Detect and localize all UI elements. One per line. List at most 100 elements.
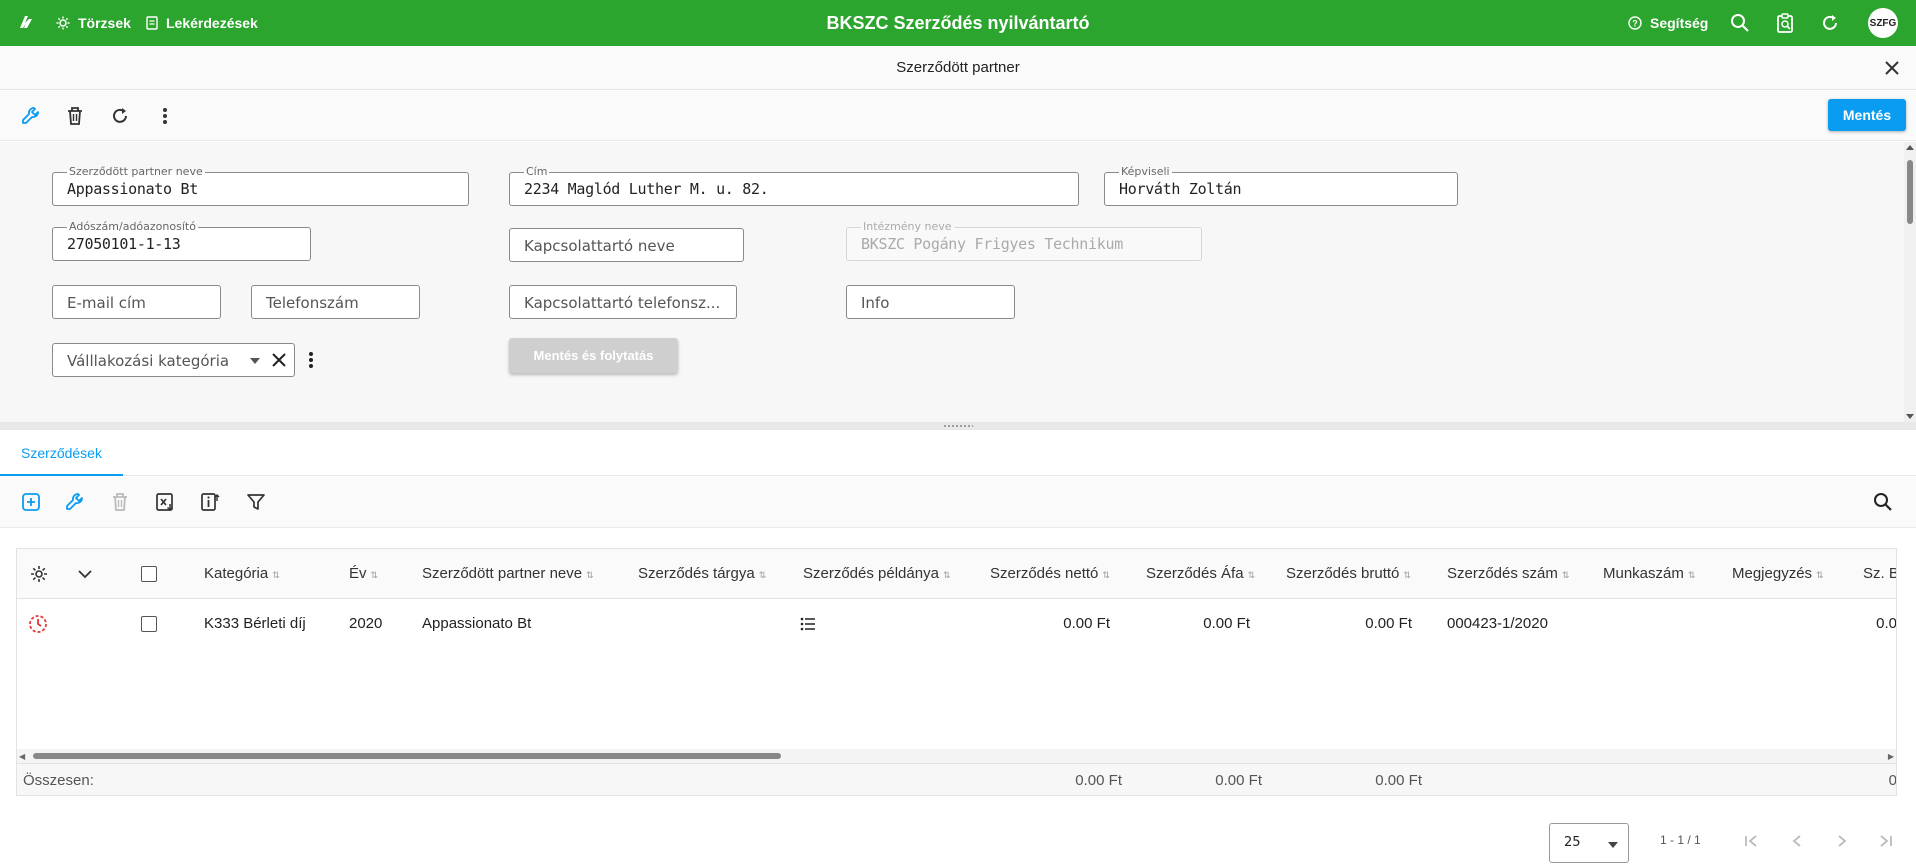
col-header-munkaszam[interactable]: Munkaszám ⇅ — [1603, 549, 1695, 599]
phone-field[interactable]: Telefonszám — [251, 285, 420, 319]
partner-name-value: Appassionato Bt — [67, 180, 198, 198]
app-logo-icon[interactable] — [16, 12, 36, 32]
add-icon[interactable] — [18, 489, 44, 515]
col-header-afa[interactable]: Szerződés Áfa ⇅ — [1146, 549, 1255, 599]
col-szam-label: Szerződés szám — [1447, 565, 1558, 582]
summary-szbr: 0 — [1888, 772, 1897, 789]
next-page-icon[interactable] — [1830, 829, 1854, 853]
contact-phone-placeholder: Kapcsolattartó telefonsz... — [524, 294, 721, 312]
nav-lekerdezesek-label: Lekérdezések — [166, 15, 258, 31]
info-placeholder: Info — [861, 294, 890, 312]
splitter-grip[interactable] — [943, 424, 973, 428]
category-more-icon[interactable] — [308, 350, 314, 370]
nav-lekerdezesek[interactable]: Lekérdezések — [146, 0, 258, 46]
help-link[interactable]: ? Segítség — [1628, 0, 1708, 46]
col-header-partner[interactable]: Szerződött partner neve ⇅ — [422, 549, 594, 599]
info-export-icon[interactable] — [197, 489, 223, 515]
form-scrollbar-thumb[interactable] — [1907, 160, 1913, 224]
grid-horizontal-scrollbar[interactable]: ◀ ▶ — [17, 749, 1896, 763]
save-and-continue-button[interactable]: Mentés és folytatás — [509, 338, 678, 373]
user-avatar[interactable]: SZFG — [1868, 8, 1898, 38]
col-header-szam[interactable]: Szerződés szám ⇅ — [1447, 549, 1569, 599]
close-icon[interactable] — [1880, 56, 1904, 80]
delete-disabled-icon — [107, 489, 133, 515]
address-label: Cím — [524, 165, 550, 178]
wrench-icon[interactable] — [18, 103, 44, 129]
grid-summary-row: Összesen: 0.00 Ft 0.00 Ft 0.00 Ft 0 — [17, 763, 1897, 795]
representative-field[interactable]: Képviseli Horváth Zoltán — [1104, 165, 1458, 206]
nav-torzsek[interactable]: Törzsek — [56, 0, 131, 46]
more-vert-icon[interactable] — [152, 103, 178, 129]
email-field[interactable]: E-mail cím — [52, 285, 221, 319]
scroll-up-arrow[interactable] — [1906, 145, 1914, 150]
search-icon[interactable] — [1728, 11, 1752, 35]
cell-szam: 000423-1/2020 — [1447, 615, 1548, 632]
form-scrollbar[interactable] — [1904, 142, 1916, 422]
category-select[interactable]: Válllakozási kategória — [52, 343, 295, 377]
select-all-checkbox[interactable] — [141, 566, 157, 582]
filter-icon[interactable] — [243, 489, 269, 515]
reload-icon[interactable] — [107, 103, 133, 129]
column-settings-icon[interactable] — [30, 565, 48, 583]
tax-id-label: Adószám/adóazonosító — [67, 220, 198, 233]
col-header-netto[interactable]: Szerződés nettó ⇅ — [990, 549, 1110, 599]
contracts-grid: Kategória ⇅ Év ⇅ Szerződött partner neve ⇅ … — [16, 548, 1897, 796]
first-page-icon[interactable] — [1739, 829, 1763, 853]
scroll-right-arrow[interactable]: ▶ — [1888, 752, 1894, 761]
help-label: Segítség — [1650, 15, 1709, 31]
cell-ev: 2020 — [349, 615, 383, 632]
grid-search-icon[interactable] — [1870, 489, 1896, 515]
tab-szerzodesek[interactable]: Szerződések — [0, 430, 123, 476]
excel-export-icon[interactable] — [152, 489, 178, 515]
col-kategoria-label: Kategória — [204, 565, 269, 582]
grid-scroll-thumb[interactable] — [33, 753, 781, 759]
col-netto-label: Szerződés nettó — [990, 565, 1099, 582]
list-icon[interactable] — [800, 617, 816, 631]
col-targy-label: Szerződés tárgya — [638, 565, 755, 582]
clear-icon[interactable] — [271, 352, 287, 368]
edit-wrench-icon[interactable] — [62, 489, 88, 515]
chevron-down-icon — [1608, 842, 1618, 848]
contact-phone-field[interactable]: Kapcsolattartó telefonsz... — [509, 285, 737, 319]
scroll-down-arrow[interactable] — [1906, 414, 1914, 419]
col-header-peldanya[interactable]: Szerződés példánya ⇅ — [803, 549, 950, 599]
col-partner-label: Szerződött partner neve — [422, 565, 583, 582]
delete-icon[interactable] — [62, 103, 88, 129]
address-field[interactable]: Cím 2234 Maglód Luther M. u. 82. — [509, 165, 1079, 206]
save-button[interactable]: Mentés — [1828, 99, 1906, 131]
col-header-megjegyzes[interactable]: Megjegyzés ⇅ — [1732, 549, 1824, 599]
page-size-value: 25 — [1564, 835, 1581, 850]
col-header-szbr[interactable]: Sz. Br — [1863, 549, 1896, 599]
help-icon: ? — [1628, 16, 1642, 30]
table-row[interactable]: K333 Bérleti díj 2020 Appassionato Bt 0.… — [17, 599, 1896, 649]
col-szbr-label: Sz. Br — [1863, 565, 1896, 582]
sort-icon: ⇅ — [370, 570, 379, 580]
expand-all-chevron-icon[interactable] — [77, 568, 93, 580]
contact-name-placeholder: Kapcsolattartó neve — [524, 237, 675, 255]
pending-clock-icon[interactable] — [28, 614, 48, 634]
institution-value: BKSZC Pogány Frigyes Technikum — [861, 235, 1123, 253]
tax-id-value: 27050101-1-13 — [67, 235, 181, 253]
info-field[interactable]: Info — [846, 285, 1015, 319]
last-page-icon[interactable] — [1874, 829, 1898, 853]
tax-id-field[interactable]: Adószám/adóazonosító 27050101-1-13 — [52, 220, 311, 261]
col-afa-label: Szerződés Áfa — [1146, 565, 1244, 582]
col-megjegyzes-label: Megjegyzés — [1732, 565, 1813, 582]
row-checkbox[interactable] — [141, 616, 157, 632]
prev-page-icon[interactable] — [1785, 829, 1809, 853]
pane-splitter[interactable] — [0, 422, 1916, 430]
cell-netto: 0.00 Ft — [1063, 615, 1110, 632]
col-header-brutto[interactable]: Szerződés bruttó ⇅ — [1286, 549, 1411, 599]
svg-text:?: ? — [1632, 19, 1638, 29]
partner-name-field[interactable]: Szerződött partner neve Appassionato Bt — [52, 165, 469, 206]
address-value: 2234 Maglód Luther M. u. 82. — [524, 180, 769, 198]
col-header-kategoria[interactable]: Kategória ⇅ — [204, 549, 280, 599]
contact-name-field[interactable]: Kapcsolattartó neve — [509, 228, 744, 262]
refresh-icon[interactable] — [1818, 11, 1842, 35]
scroll-left-arrow[interactable]: ◀ — [19, 752, 25, 761]
page-size-select[interactable]: 25 — [1549, 823, 1629, 863]
col-header-ev[interactable]: Év ⇅ — [349, 549, 378, 599]
col-header-targy[interactable]: Szerződés tárgya ⇅ — [638, 549, 766, 599]
page-range-info: 1 - 1 / 1 — [1660, 833, 1701, 847]
clipboard-search-icon[interactable] — [1773, 11, 1797, 35]
